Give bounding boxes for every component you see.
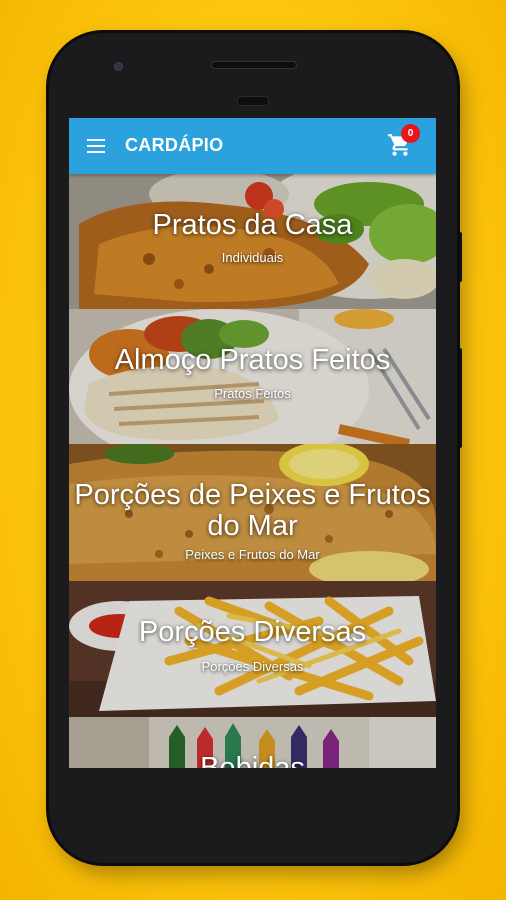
category-title: Bebidas (200, 752, 305, 769)
category-card-bebidas[interactable]: Bebidas (69, 717, 436, 768)
category-title: Almoço Pratos Feitos (114, 344, 391, 376)
front-camera (114, 62, 123, 71)
card-overlay (69, 174, 436, 309)
menu-icon[interactable] (87, 139, 105, 153)
volume-button (457, 348, 462, 448)
category-title: Porções de Peixes e Frutos do Mar (74, 479, 431, 542)
category-title: Porções Diversas (138, 616, 367, 648)
category-card-pratos-da-casa[interactable]: Pratos da Casa Individuais (69, 174, 436, 309)
app-screen: CARDÁPIO 0 Pratos da Casa Individuais Al… (69, 118, 436, 768)
card-overlay (69, 581, 436, 717)
category-card-peixes-frutos-do-mar[interactable]: Porções de Peixes e Frutos do Mar Peixes… (69, 444, 436, 581)
page-title: CARDÁPIO (125, 135, 224, 155)
cart-count-badge: 0 (401, 124, 420, 143)
category-card-porcoes-diversas[interactable]: Porções Diversas Porções Diversas (69, 581, 436, 717)
card-overlay (69, 309, 436, 444)
proximity-sensor (237, 96, 269, 106)
earpiece-speaker (211, 61, 297, 69)
category-card-almoco-pratos-feitos[interactable]: Almoço Pratos Feitos Pratos Feitos (69, 309, 436, 444)
category-subtitle: Peixes e Frutos do Mar (185, 547, 320, 562)
category-title: Pratos da Casa (152, 209, 353, 241)
app-bar: CARDÁPIO 0 (69, 118, 436, 174)
category-subtitle: Porções Diversas (201, 659, 304, 674)
category-subtitle: Pratos Feitos (214, 386, 291, 401)
power-button (457, 232, 462, 282)
category-subtitle: Individuais (221, 250, 284, 265)
